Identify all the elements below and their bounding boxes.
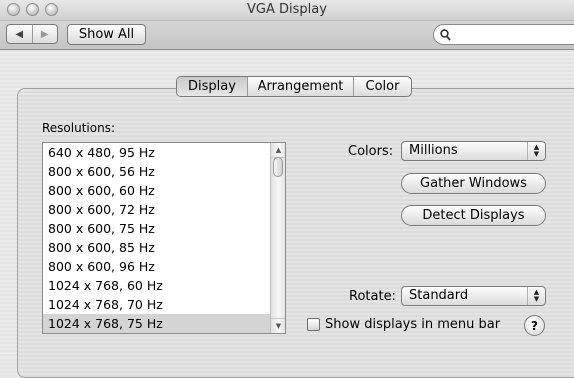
toolbar: ◀ ▶ Show All (0, 21, 574, 50)
help-icon: ? (531, 318, 538, 333)
search-icon (440, 29, 451, 41)
tab-display[interactable]: Display (177, 77, 247, 96)
scroll-up-arrow-icon[interactable]: ▲ (271, 143, 285, 158)
scrollbar-thumb[interactable] (273, 157, 283, 177)
tab-color[interactable]: Color (353, 77, 411, 96)
resolution-item[interactable]: 800 x 600, 60 Hz (43, 181, 271, 200)
resolution-item[interactable]: 800 x 600, 72 Hz (43, 200, 271, 219)
tab-arrangement[interactable]: Arrangement (247, 77, 353, 96)
rotate-label: Rotate: (349, 289, 396, 304)
scroll-down-arrow-icon[interactable]: ▼ (271, 318, 285, 333)
forward-button[interactable]: ▶ (31, 25, 58, 43)
resolution-item[interactable]: 1024 x 768, 60 Hz (43, 276, 271, 295)
colors-label: Colors: (348, 144, 394, 159)
colors-popup[interactable]: Millions ▲ ▼ (401, 141, 546, 161)
resolutions-scrollbar[interactable]: ▲ ▼ (270, 143, 285, 333)
show-displays-menu-bar-checkbox[interactable] (307, 318, 320, 331)
resolution-item[interactable]: 800 x 600, 56 Hz (43, 162, 271, 181)
search-input[interactable] (456, 27, 570, 43)
back-forward-control: ◀ ▶ (6, 24, 58, 44)
colors-value: Millions (409, 143, 458, 158)
tab-bar: Display Arrangement Color (176, 76, 412, 97)
gather-windows-button[interactable]: Gather Windows (401, 173, 546, 194)
resolution-item[interactable]: 800 x 600, 96 Hz (43, 257, 271, 276)
show-all-button[interactable]: Show All (67, 24, 146, 45)
resolutions-label: Resolutions: (42, 121, 115, 135)
forward-arrow-icon: ▶ (40, 28, 49, 40)
show-displays-menu-bar-label[interactable]: Show displays in menu bar (325, 317, 500, 332)
help-button[interactable]: ? (524, 315, 545, 336)
window-title: VGA Display (247, 2, 327, 17)
resolution-item[interactable]: 640 x 480, 95 Hz (43, 143, 271, 162)
popup-arrows-icon: ▲ ▼ (527, 142, 545, 160)
resolutions-list[interactable]: 640 x 480, 95 Hz 800 x 600, 56 Hz 800 x … (42, 142, 286, 334)
resolution-item[interactable]: 1024 x 768, 70 Hz (43, 295, 271, 314)
detect-displays-button[interactable]: Detect Displays (401, 205, 546, 226)
title-bar: VGA Display (0, 0, 574, 21)
popup-arrows-icon: ▲ ▼ (527, 287, 545, 305)
back-arrow-icon: ◀ (15, 28, 24, 40)
back-button[interactable]: ◀ (7, 25, 32, 43)
resolution-item[interactable]: 800 x 600, 85 Hz (43, 238, 271, 257)
rotate-popup[interactable]: Standard ▲ ▼ (401, 286, 546, 306)
resolution-item[interactable]: 800 x 600, 75 Hz (43, 219, 271, 238)
rotate-value: Standard (409, 288, 469, 303)
resolution-item-selected[interactable]: 1024 x 768, 75 Hz (43, 314, 271, 333)
search-field[interactable] (433, 24, 574, 45)
